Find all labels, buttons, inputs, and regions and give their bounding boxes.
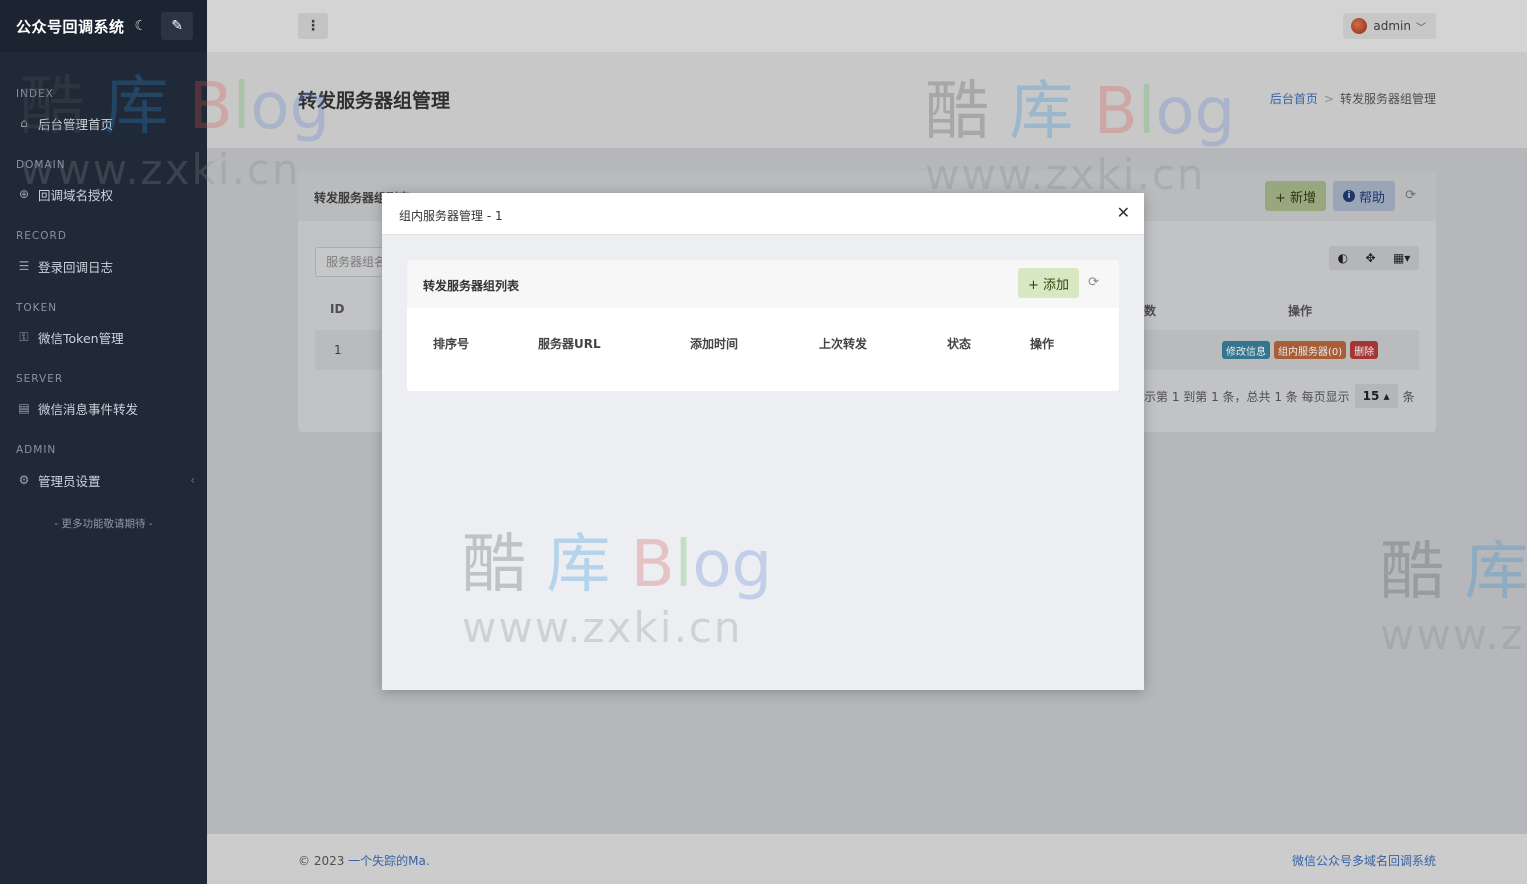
globe-icon: ⊕	[18, 187, 30, 201]
topbar: ⋮ admin ﹀	[207, 0, 1527, 52]
footer-system-name[interactable]: 微信公众号多域名回调系统	[1292, 852, 1436, 869]
breadcrumb-current: 转发服务器组管理	[1339, 92, 1436, 106]
column-header-url: 服务器URL	[538, 337, 601, 351]
sidebar-item-label: 后台管理首页	[38, 116, 114, 132]
breadcrumb: 后台首页 > 转发服务器组管理	[1270, 90, 1436, 107]
sidebar: 公众号回调系统 ☾ ✎ INDEX ⌂ 后台管理首页 DOMAIN ⊕ 回调域名…	[0, 0, 207, 884]
edit-button[interactable]: 修改信息	[1222, 341, 1270, 359]
column-header-order: 排序号	[433, 337, 470, 351]
avatar	[1351, 18, 1368, 34]
sidebar-item-home[interactable]: ⌂ 后台管理首页	[0, 112, 207, 134]
sidebar-item-server[interactable]: ▤ 微信消息事件转发	[0, 397, 207, 419]
cell-id: 1	[334, 343, 342, 357]
more-coming-text: - 更多功能敬请期待 -	[54, 518, 153, 530]
pagination-text: 示第 1 到第 1 条，总共 1 条 每页显示	[1144, 389, 1350, 404]
toggle-icon[interactable]: ◐	[1338, 251, 1348, 265]
panel-title: 转发服务器组列表	[423, 279, 520, 293]
sidebar-item-domain[interactable]: ⊕ 回调域名授权	[0, 183, 207, 205]
sidebar-item-label: 回调域名授权	[38, 187, 114, 203]
footer-copyright: © 2023 一个失踪的Ma.	[298, 852, 430, 869]
nav-section-admin: ADMIN	[16, 444, 57, 456]
pagination-suffix: 条	[1402, 389, 1415, 404]
column-header-op: 操作	[1288, 304, 1313, 318]
author-link[interactable]: 一个失踪的Ma.	[348, 854, 430, 868]
column-header-actions: 操作	[1030, 337, 1055, 351]
pagination-info: 示第 1 到第 1 条，总共 1 条 每页显示 15 ▴ 条	[1144, 384, 1415, 408]
close-icon[interactable]: ✕	[1117, 203, 1130, 222]
key-icon: ⚿	[19, 329, 29, 344]
kebab-menu-icon[interactable]: ⋮	[298, 13, 328, 39]
help-button[interactable]: i 帮助	[1332, 181, 1395, 211]
sidebar-item-token[interactable]: ⚿ 微信Token管理	[0, 326, 207, 348]
panel-header: 转发服务器组列表 + 添加 ⟳	[407, 260, 1119, 308]
chevron-left-icon: ‹	[190, 473, 195, 487]
user-name: admin	[1373, 19, 1411, 33]
gear-icon: ⚙	[18, 473, 30, 487]
sidebar-item-label: 微信消息事件转发	[38, 401, 139, 417]
add-group-button[interactable]: + 新增	[1264, 181, 1326, 211]
column-header-id: ID	[330, 302, 345, 316]
nav-section-record: RECORD	[16, 230, 67, 242]
column-header-added: 添加时间	[690, 337, 739, 351]
chevron-down-icon: ﹀	[1416, 22, 1426, 34]
servers-button[interactable]: 组内服务器(0)	[1274, 341, 1347, 359]
nav-section-index: INDEX	[16, 88, 54, 100]
watermark: 酷 库 Blog www.zxki.cn	[462, 528, 773, 652]
delete-button[interactable]: 删除	[1350, 341, 1379, 359]
brand-bar: 公众号回调系统 ☾ ✎	[0, 0, 207, 52]
nav-section-token: TOKEN	[16, 302, 58, 314]
sidebar-item-label: 管理员设置	[38, 473, 101, 489]
page-title: 转发服务器组管理	[298, 90, 451, 112]
refresh-icon[interactable]: ⟳	[1405, 188, 1416, 203]
breadcrumb-home-link[interactable]: 后台首页	[1270, 92, 1318, 106]
copyright-text: © 2023	[298, 854, 349, 868]
moon-icon[interactable]: ☾	[135, 18, 148, 34]
refresh-icon[interactable]: ⟳	[1088, 275, 1099, 290]
row-actions: 修改信息 组内服务器(0) 删除	[1222, 341, 1379, 359]
columns-icon[interactable]: ▦▾	[1393, 251, 1410, 265]
move-icon[interactable]: ✥	[1366, 251, 1376, 265]
breadcrumb-separator: >	[1323, 92, 1334, 106]
sidebar-item-label: 登录回调日志	[38, 259, 114, 275]
sidebar-item-record[interactable]: ☰ 登录回调日志	[0, 255, 207, 277]
column-header-status: 状态	[947, 337, 972, 351]
user-menu[interactable]: admin ﹀	[1343, 13, 1436, 39]
page-header: 转发服务器组管理 后台首页 > 转发服务器组管理	[207, 52, 1527, 148]
list-icon: ☰	[18, 259, 30, 273]
brand-title: 公众号回调系统	[16, 17, 125, 36]
column-header-count: 数	[1144, 304, 1157, 318]
sidebar-item-label: 微信Token管理	[38, 330, 124, 346]
server-group-modal: 组内服务器管理 - 1 ✕ 转发服务器组列表 + 添加 ⟳ 排序号 服务器URL…	[382, 193, 1144, 690]
server-list-panel: 转发服务器组列表 + 添加 ⟳ 排序号 服务器URL 添加时间 上次转发 状态 …	[407, 260, 1119, 391]
table-toolbar: ◐ ✥ ▦▾	[1329, 246, 1419, 270]
modal-title: 组内服务器管理 - 1	[399, 209, 503, 223]
brush-icon[interactable]: ✎	[161, 12, 194, 40]
add-server-button[interactable]: + 添加	[1017, 268, 1079, 298]
column-header-last-forward: 上次转发	[819, 337, 868, 351]
page-size-select[interactable]: 15 ▴	[1354, 384, 1398, 408]
nav-section-domain: DOMAIN	[16, 159, 66, 171]
modal-header: 组内服务器管理 - 1 ✕	[382, 193, 1144, 235]
nav-section-server: SERVER	[16, 373, 64, 385]
info-icon: i	[1342, 190, 1355, 202]
sidebar-item-admin[interactable]: ⚙ 管理员设置 ‹	[0, 469, 207, 491]
help-label: 帮助	[1358, 190, 1385, 206]
server-icon: ▤	[18, 401, 30, 415]
home-icon: ⌂	[20, 116, 28, 130]
footer: © 2023 一个失踪的Ma. 微信公众号多域名回调系统	[207, 834, 1527, 884]
